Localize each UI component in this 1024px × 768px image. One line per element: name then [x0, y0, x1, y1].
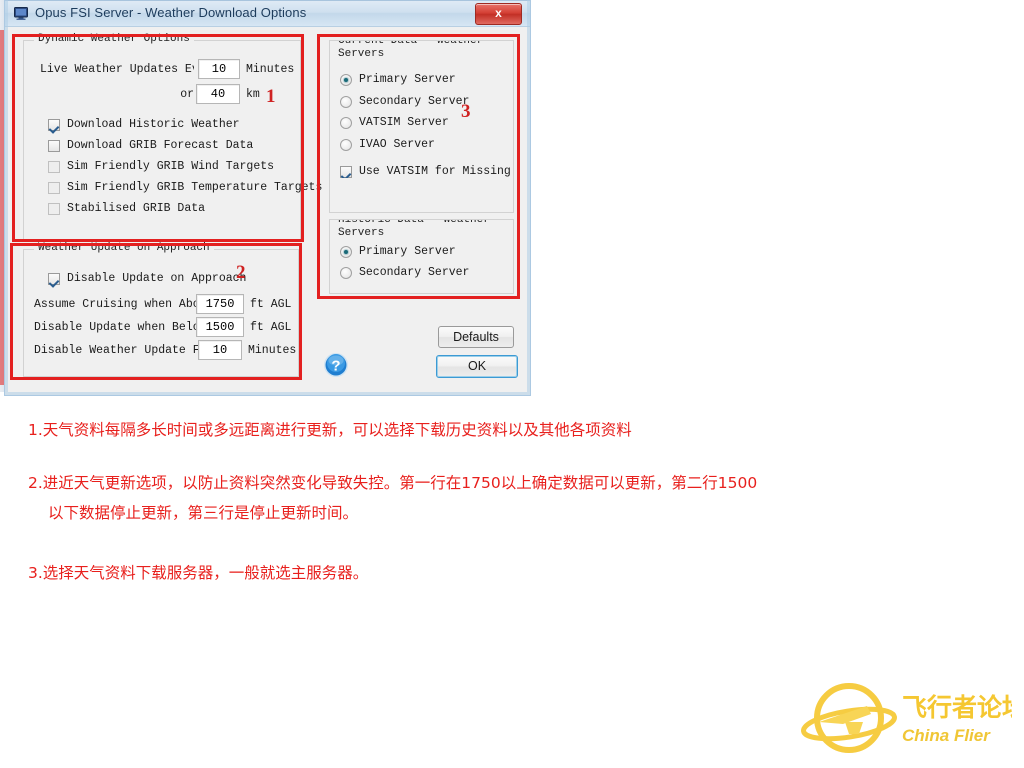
checkbox-disable-update-on-approach[interactable]: Disable Update on Approach [48, 272, 246, 285]
checkbox-label: Download Historic Weather [67, 118, 240, 131]
checkbox-label: Disable Update on Approach [67, 272, 247, 285]
annotation-marker-2: 2 [236, 262, 246, 283]
title-bar: Opus FSI Server - Weather Download Optio… [5, 1, 530, 27]
disable-weather-update-for-label: Disable Weather Update For [34, 344, 198, 357]
radio-current-ivao-server[interactable]: IVAO Server [340, 138, 435, 151]
radio-dot [340, 138, 352, 151]
radio-label: IVAO Server [359, 138, 435, 151]
checkbox-box [48, 139, 60, 152]
live-weather-interval-unit: Minutes [246, 63, 295, 76]
radio-current-vatsim-server[interactable]: VATSIM Server [340, 116, 449, 129]
monitor-icon [14, 7, 28, 20]
checkbox-use-vatsim-for-missing-data[interactable]: Use VATSIM for Missing Data [340, 165, 513, 178]
radio-dot [340, 73, 352, 86]
help-question-icon[interactable]: ? [323, 352, 349, 378]
ok-button[interactable]: OK [436, 355, 518, 378]
annotation-text-3: 3.选择天气资料下载服务器，一般就选主服务器。 [28, 564, 369, 582]
checkbox-label: Sim Friendly GRIB Wind Targets [67, 160, 275, 173]
checkbox-sim-friendly-grib-wind-targets[interactable]: Sim Friendly GRIB Wind Targets [48, 160, 274, 173]
dynamic-weather-options-legend: Dynamic Weather Options [34, 33, 194, 45]
annotation-marker-1: 1 [266, 86, 276, 107]
checkbox-sim-friendly-grib-temperature-targets[interactable]: Sim Friendly GRIB Temperature Targets [48, 181, 322, 194]
historic-data-weather-servers-group: Historic Data - Weather Servers Primary … [329, 219, 514, 294]
annotation-text-2a: 2.进近天气更新选项，以防止资料突然变化导致失控。第一行在1750以上确定数据可… [28, 474, 758, 492]
checkbox-label: Stabilised GRIB Data [67, 202, 206, 215]
checkbox-box [340, 165, 352, 178]
window-title: Opus FSI Server - Weather Download Optio… [35, 5, 307, 20]
checkbox-label: Sim Friendly GRIB Temperature Targets [67, 181, 323, 194]
checkbox-download-grib-forecast-data[interactable]: Download GRIB Forecast Data [48, 139, 253, 152]
assume-cruising-above-label: Assume Cruising when Above [34, 298, 196, 311]
live-weather-distance-input[interactable]: 40 [196, 84, 240, 104]
or-label: or [180, 88, 194, 101]
watermark-logo: 飞行者论坛 China Flier [801, 683, 1012, 753]
radio-dot [340, 116, 352, 129]
radio-dot [340, 95, 352, 108]
current-data-legend-line2: Servers [334, 48, 389, 61]
current-data-legend-line1: Current Data - Weather [334, 41, 488, 48]
checkbox-box [48, 118, 60, 131]
checkbox-label: Use VATSIM for Missing Data [359, 165, 513, 178]
dynamic-weather-options-group: Dynamic Weather Options Live Weather Upd… [23, 33, 322, 242]
live-weather-interval-label: Live Weather Updates Every [40, 63, 194, 76]
checkbox-stabilised-grib-data[interactable]: Stabilised GRIB Data [48, 202, 205, 215]
historic-data-legend-line2: Servers [334, 227, 389, 240]
annotation-text-1: 1.天气资料每隔多长时间或多远距离进行更新，可以选择下载历史资料以及其他各项资料 [28, 421, 632, 439]
radio-dot [340, 266, 352, 279]
weather-download-options-dialog: Opus FSI Server - Weather Download Optio… [4, 0, 531, 396]
checkbox-download-historic-weather[interactable]: Download Historic Weather [48, 118, 240, 131]
checkbox-box [48, 202, 60, 215]
current-data-weather-servers-group: Current Data - Weather Servers Primary S… [329, 40, 514, 213]
disable-update-below-unit: ft AGL [250, 321, 292, 334]
checkbox-box [48, 272, 60, 285]
historic-data-legend-line1: Historic Data - Weather [334, 220, 494, 227]
assume-cruising-above-unit: ft AGL [250, 298, 292, 311]
radio-label: Secondary Server [359, 266, 470, 279]
checkbox-box [48, 160, 60, 173]
radio-current-secondary-server[interactable]: Secondary Server [340, 95, 469, 108]
disable-weather-update-for-input[interactable]: 10 [198, 340, 242, 360]
radio-current-primary-server[interactable]: Primary Server [340, 73, 456, 86]
watermark-cn-text: 飞行者论坛 [902, 693, 1012, 722]
watermark-en-text: China Flier [902, 726, 991, 745]
disable-weather-update-for-unit: Minutes [248, 344, 297, 357]
annotation-marker-3: 3 [461, 101, 471, 122]
screenshot-root: Opus FSI Server - Weather Download Optio… [0, 0, 1024, 768]
radio-historic-primary-server[interactable]: Primary Server [340, 245, 456, 258]
radio-dot [340, 245, 352, 258]
checkbox-box [48, 181, 60, 194]
live-weather-distance-unit: km [246, 88, 260, 101]
radio-label: Secondary Server [359, 95, 470, 108]
radio-label: Primary Server [359, 73, 456, 86]
radio-historic-secondary-server[interactable]: Secondary Server [340, 266, 469, 279]
defaults-button[interactable]: Defaults [438, 326, 514, 348]
radio-label: VATSIM Server [359, 116, 449, 129]
disable-update-below-label: Disable Update when Below [34, 321, 196, 334]
svg-text:?: ? [331, 358, 340, 375]
annotation-text-2b: 以下数据停止更新，第三行是停止更新时间。 [48, 504, 359, 522]
weather-update-on-approach-group: Weather Update on Approach Disable Updat… [23, 242, 299, 377]
checkbox-label: Download GRIB Forecast Data [67, 139, 254, 152]
close-button[interactable]: x [475, 3, 522, 25]
disable-update-below-input[interactable]: 1500 [196, 317, 244, 337]
assume-cruising-above-input[interactable]: 1750 [196, 294, 244, 314]
radio-label: Primary Server [359, 245, 456, 258]
dialog-client-area: Dynamic Weather Options Live Weather Upd… [5, 27, 530, 395]
live-weather-interval-input[interactable]: 10 [198, 59, 240, 79]
weather-update-on-approach-legend: Weather Update on Approach [34, 242, 214, 254]
